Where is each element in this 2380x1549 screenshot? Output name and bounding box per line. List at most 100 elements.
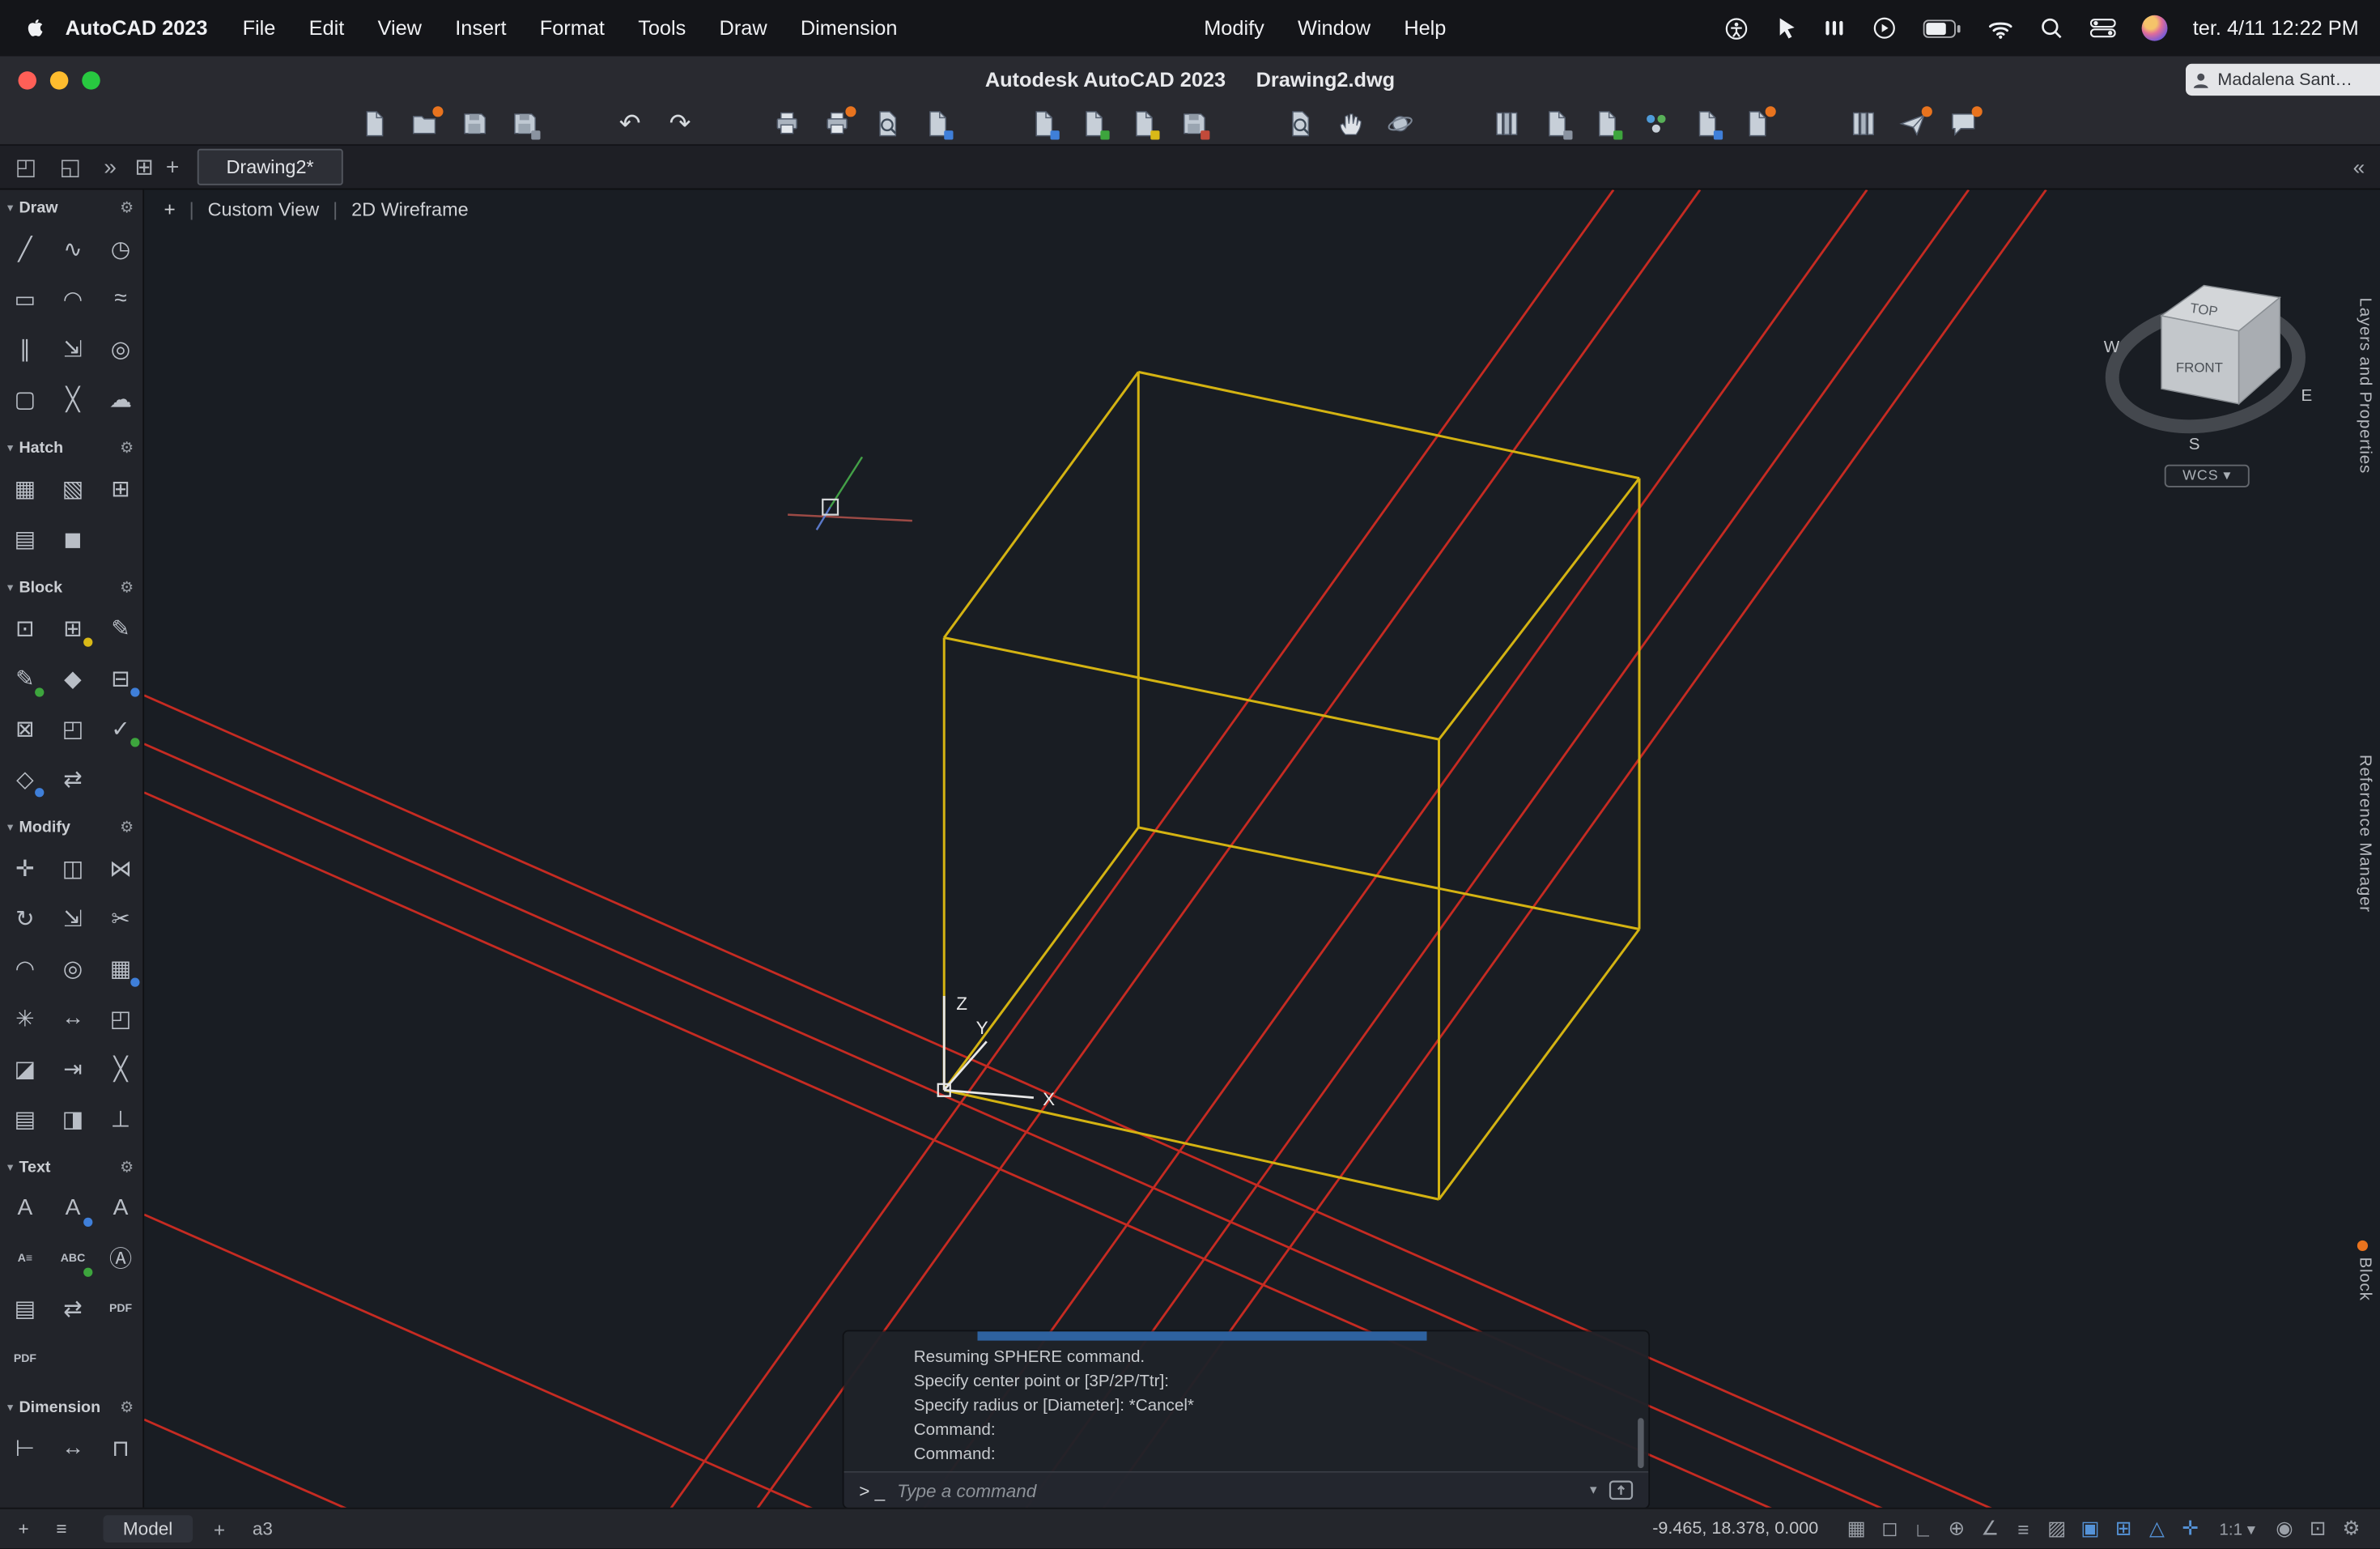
revision-cloud-tool[interactable]: ☁ xyxy=(97,375,142,422)
replace-block-tool[interactable]: ⇄ xyxy=(49,755,96,802)
export-pdf-tool[interactable]: PDF xyxy=(97,1284,142,1331)
move-tool[interactable]: ✛ xyxy=(2,845,49,892)
collapse-caret-icon[interactable]: ▾ xyxy=(7,581,13,594)
spline-tool[interactable]: ≈ xyxy=(97,274,142,321)
command-input[interactable]: Type a command xyxy=(897,1479,1036,1500)
construction-line[interactable] xyxy=(1075,189,2047,1508)
viewcube-west-label[interactable]: W xyxy=(2104,338,2120,356)
boundary-tool[interactable]: ⊞ xyxy=(97,465,142,512)
box-wireframe-edge[interactable] xyxy=(1137,370,1640,480)
point-style-icon[interactable] xyxy=(1638,105,1674,142)
save-icon[interactable] xyxy=(456,105,492,142)
menu-dimension[interactable]: Dimension xyxy=(784,17,914,40)
offset-tool[interactable]: ◎ xyxy=(49,944,96,991)
fillet-tool[interactable]: ◠ xyxy=(2,944,49,991)
side-tab-block[interactable]: Block xyxy=(2356,1240,2374,1301)
object-snap-toggle[interactable]: ⊞ xyxy=(2107,1517,2140,1541)
mirror-tool[interactable]: ⋈ xyxy=(97,845,142,892)
justify-text-tool[interactable]: ⇄ xyxy=(49,1284,96,1331)
menu-modify[interactable]: Modify xyxy=(1188,17,1281,40)
array-tool[interactable]: ▦ xyxy=(97,944,142,991)
rectangle-tool[interactable]: ▭ xyxy=(2,274,49,321)
menu-window[interactable]: Window xyxy=(1281,17,1387,40)
spotlight-icon[interactable] xyxy=(2039,16,2063,40)
rotate-tool[interactable]: ↻ xyxy=(2,894,49,941)
ray-tool[interactable]: ⇲ xyxy=(49,325,96,372)
gear-icon[interactable]: ⚙ xyxy=(120,440,134,457)
stretch-tool[interactable]: ↔ xyxy=(49,994,96,1041)
3d-object-snap-toggle[interactable]: △ xyxy=(2140,1517,2174,1541)
batch-plot-icon[interactable] xyxy=(818,105,856,142)
user-avatar-icon[interactable] xyxy=(2141,15,2167,41)
layer-properties-icon[interactable] xyxy=(1587,105,1624,142)
box-wireframe-edge[interactable] xyxy=(1137,826,1640,930)
field-icon[interactable] xyxy=(1124,105,1161,142)
box-wireframe-edge[interactable] xyxy=(943,636,1439,741)
collapse-caret-icon[interactable]: ▾ xyxy=(7,442,13,454)
solid-fill-tool[interactable]: ◼ xyxy=(49,515,96,562)
viewport-visual-style-control[interactable]: 2D Wireframe xyxy=(351,198,469,219)
wcs-dropdown[interactable]: WCS ▾ xyxy=(2164,464,2250,487)
reference-manager-icon[interactable] xyxy=(1844,105,1881,142)
command-history-scrollbar[interactable] xyxy=(1638,1418,1644,1469)
apple-menu[interactable] xyxy=(0,16,59,40)
circle-tool[interactable]: ◷ xyxy=(97,225,142,272)
share-drawing-icon[interactable] xyxy=(1894,105,1932,142)
polyline-tool[interactable]: ∿ xyxy=(49,225,96,272)
copy-tool[interactable]: ◫ xyxy=(49,845,96,892)
gear-icon[interactable]: ⚙ xyxy=(120,819,134,836)
ortho-mode-toggle[interactable]: ∟ xyxy=(1906,1517,1940,1540)
drawing-tab-active[interactable]: Drawing2* xyxy=(197,148,343,185)
viewport-controls-menu[interactable]: + xyxy=(164,198,176,220)
add-layout-icon[interactable]: + xyxy=(19,1518,29,1539)
export-icon[interactable] xyxy=(1025,105,1061,142)
linear-dimension-tool[interactable]: ⊢ xyxy=(2,1424,49,1471)
selection-cycling-toggle[interactable]: ▣ xyxy=(2073,1517,2106,1541)
viewcube-east-label[interactable]: E xyxy=(2301,386,2313,405)
new-drawing-tab-button[interactable]: + xyxy=(157,154,189,180)
point-tool[interactable]: ╳ xyxy=(49,375,96,422)
explode-tool[interactable]: ✳ xyxy=(2,994,49,1041)
scale-tool[interactable]: ⇲ xyxy=(49,894,96,941)
menu-file[interactable]: File xyxy=(226,17,292,40)
construction-line[interactable] xyxy=(895,189,1868,1508)
dynamic-input-toggle[interactable]: ✛ xyxy=(2174,1517,2207,1541)
menu-format[interactable]: Format xyxy=(523,17,621,40)
plot-icon[interactable] xyxy=(768,105,805,142)
sync-attributes-tool[interactable]: ✓ xyxy=(97,704,142,751)
collapse-caret-icon[interactable]: ▾ xyxy=(7,821,13,833)
save-as-icon[interactable] xyxy=(505,105,542,142)
attribute-display-tool[interactable]: ⊟ xyxy=(97,654,142,701)
grid-display-toggle[interactable]: ▦ xyxy=(1840,1517,1873,1541)
gear-icon[interactable]: ⚙ xyxy=(120,200,134,217)
tab-overview-icon[interactable]: ⊞ xyxy=(132,153,157,181)
gradient-tool[interactable]: ▧ xyxy=(49,465,96,512)
angular-dimension-tool[interactable]: ⊓ xyxy=(97,1424,142,1471)
properties-icon[interactable] xyxy=(1488,105,1524,142)
viewport-view-control[interactable]: Custom View xyxy=(208,198,320,219)
model-tab[interactable]: Model xyxy=(103,1515,193,1543)
new-drawing-icon[interactable] xyxy=(355,105,392,142)
command-line-panel[interactable]: Resuming SPHERE command. Specify center p… xyxy=(844,1331,1649,1508)
annotation-visibility-toggle[interactable]: ◉ xyxy=(2267,1517,2301,1541)
delete-duplicates-tool[interactable]: ╳ xyxy=(97,1045,142,1092)
battery-icon[interactable] xyxy=(1923,19,1961,37)
transparency-display-toggle[interactable]: ▨ xyxy=(2040,1517,2073,1541)
menu-insert[interactable]: Insert xyxy=(439,17,524,40)
nested-copy-tool[interactable]: ◰ xyxy=(49,704,96,751)
line-tool[interactable]: ╱ xyxy=(2,225,49,272)
collapse-caret-icon[interactable]: ▾ xyxy=(7,202,13,214)
match-properties-icon[interactable] xyxy=(1537,105,1574,142)
undo-icon[interactable]: ↶ xyxy=(612,105,648,142)
layout-tab-a3[interactable]: a3 xyxy=(253,1518,273,1539)
close-window-button[interactable] xyxy=(18,70,36,89)
command-panel-expand-icon[interactable] xyxy=(1609,1480,1634,1500)
write-block-tool[interactable]: ⊠ xyxy=(2,704,49,751)
box-wireframe-edge[interactable] xyxy=(1438,477,1641,741)
orbit-icon[interactable] xyxy=(1381,105,1417,142)
control-center-icon[interactable] xyxy=(2089,19,2116,38)
command-options-caret-icon[interactable]: ▾ xyxy=(1590,1482,1596,1499)
construction-line-tool[interactable]: ∥ xyxy=(2,325,49,372)
playback-icon[interactable] xyxy=(1871,15,1897,41)
import-icon[interactable] xyxy=(1075,105,1111,142)
